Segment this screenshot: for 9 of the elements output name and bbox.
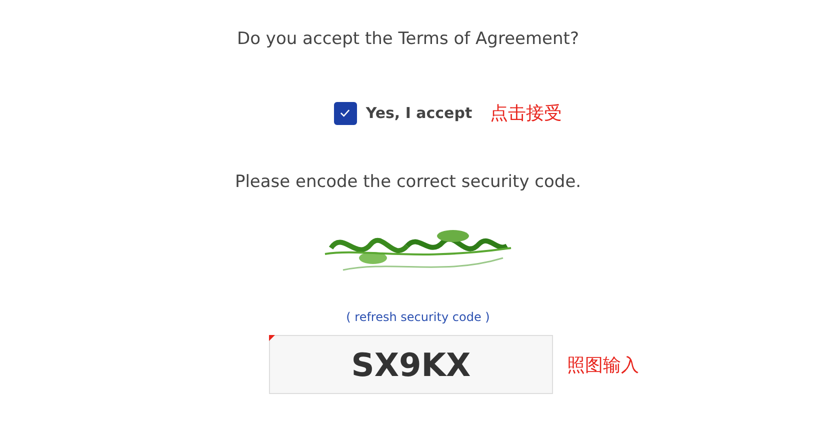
corner-marker-icon	[269, 335, 275, 341]
code-input-field[interactable]: SX9KX	[269, 335, 553, 394]
accept-checkbox[interactable]	[334, 102, 357, 124]
accept-label[interactable]: Yes, I accept	[366, 104, 472, 122]
security-prompt: Please encode the correct security code.	[234, 172, 582, 192]
annotation-text: 照图输入	[567, 354, 640, 376]
terms-question: Do you accept the Terms of Agreement?	[237, 29, 579, 49]
refresh-link[interactable]: ( refresh security code )	[346, 310, 490, 324]
annotation-text: 点击接受	[490, 102, 562, 125]
